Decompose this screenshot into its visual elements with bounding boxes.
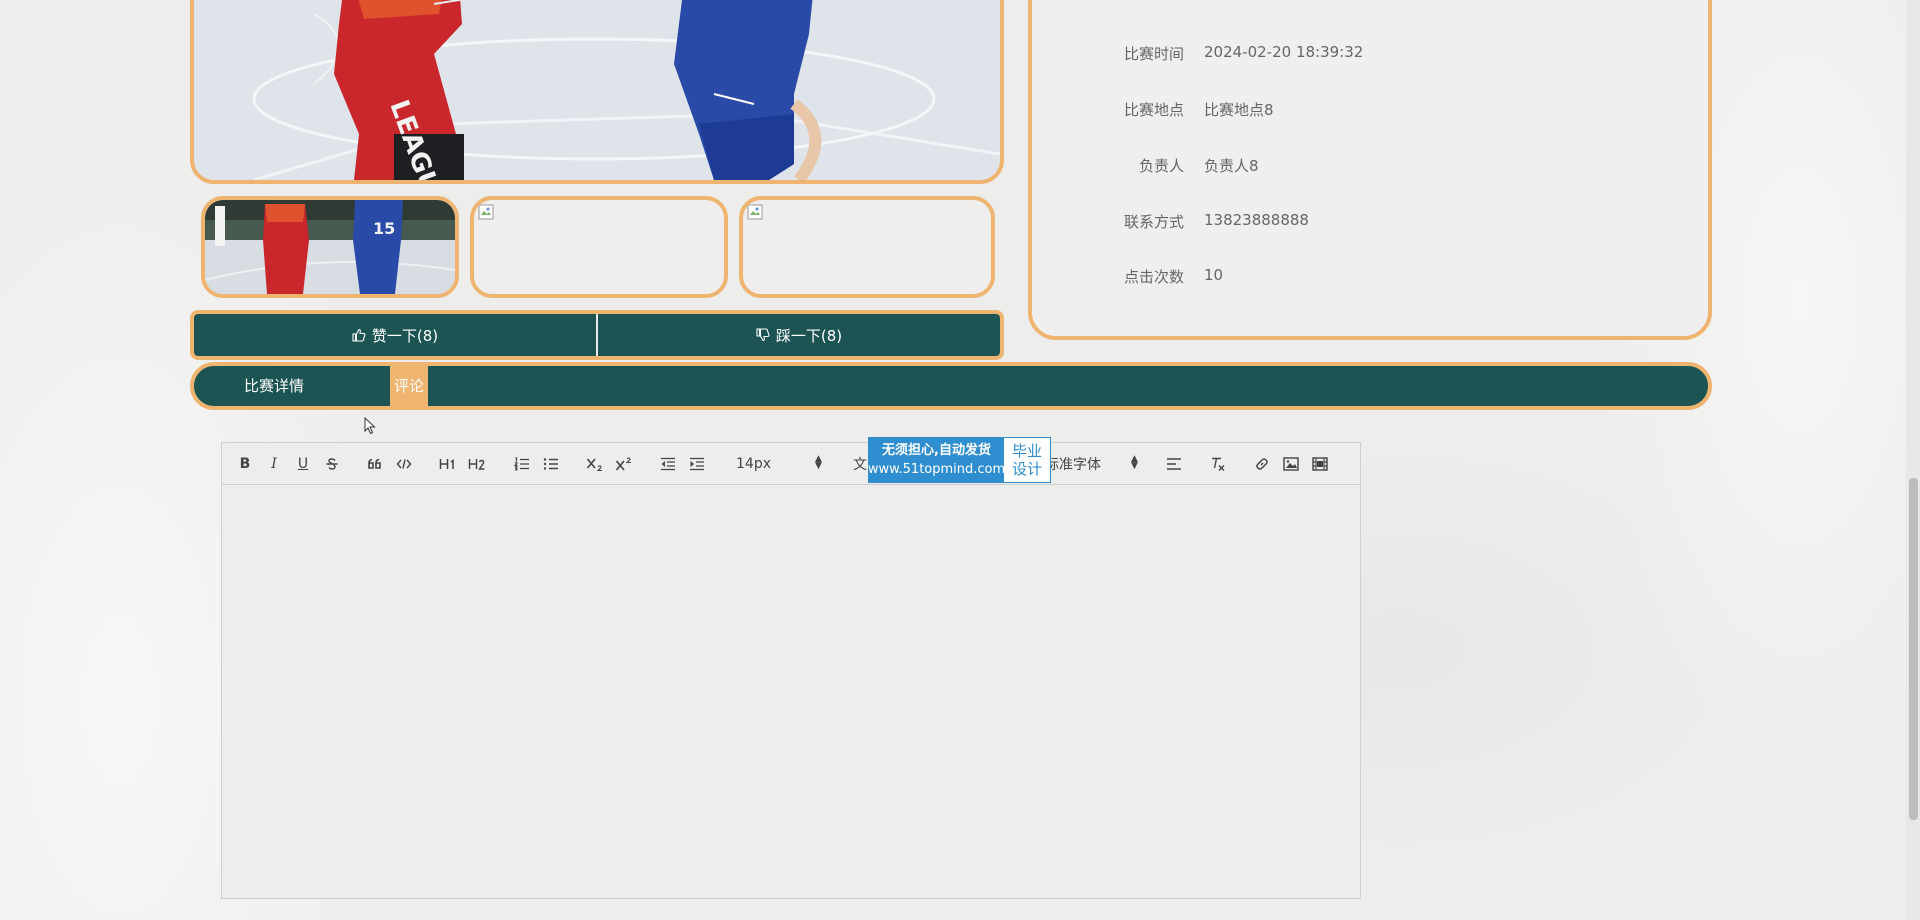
watermark-url: www.51topmind.com	[867, 462, 1006, 477]
thumbs-down-icon	[756, 328, 770, 342]
info-row-location: 比赛地点 比赛地点8	[1092, 99, 1274, 120]
info-label: 点击次数	[1123, 268, 1184, 286]
mouse-cursor-icon	[364, 417, 376, 435]
dislike-label: 踩一下(8)	[775, 326, 843, 345]
ordered-list-icon[interactable]	[513, 455, 531, 473]
thumbs-up-icon	[352, 328, 366, 342]
editor-content-area[interactable]	[222, 485, 1360, 898]
watermark-line1: 无须担心,自动发货	[882, 443, 991, 458]
watermark-right1: 毕业	[1011, 442, 1042, 460]
vote-bar: 赞一下(8) 踩一下(8)	[190, 310, 1004, 360]
underline-icon[interactable]: U	[294, 455, 312, 473]
info-row-manager: 负责人 负责人8	[1092, 155, 1259, 176]
bullet-list-icon[interactable]	[542, 455, 560, 473]
thumbnail-3[interactable]	[739, 196, 995, 298]
detail-tab-bar: 比赛详情 评论	[190, 362, 1712, 410]
info-label: 比赛地点	[1123, 101, 1184, 119]
code-block-icon[interactable]	[395, 455, 413, 473]
bold-icon[interactable]: B	[236, 455, 254, 473]
info-label: 负责人	[1138, 157, 1184, 175]
info-value: 负责人8	[1204, 157, 1259, 175]
watermark-badge: 无须担心,自动发货 www.51topmind.com 毕业 设计	[868, 437, 1051, 483]
info-value: 比赛地点8	[1204, 101, 1274, 119]
subscript-icon[interactable]	[586, 455, 604, 473]
image-icon[interactable]	[1282, 455, 1300, 473]
info-label: 联系方式	[1123, 213, 1184, 231]
blockquote-icon[interactable]	[366, 455, 384, 473]
watermark-left: 无须担心,自动发货 www.51topmind.com	[867, 438, 1006, 482]
strike-icon[interactable]	[323, 455, 341, 473]
page-scrollbar[interactable]	[1906, 0, 1920, 920]
thumbnail-photo: 15	[205, 200, 455, 294]
match-info-card: 比赛时间 2024-02-20 18:39:32 比赛地点 比赛地点8 负责人 …	[1028, 0, 1712, 340]
superscript-icon[interactable]	[615, 455, 633, 473]
tab-comment[interactable]: 评论	[390, 366, 428, 406]
like-button[interactable]: 赞一下(8)	[194, 314, 596, 356]
link-icon[interactable]	[1253, 455, 1271, 473]
broken-image-icon	[478, 204, 494, 220]
italic-icon[interactable]: I	[265, 455, 283, 473]
info-label: 比赛时间	[1123, 45, 1184, 63]
scrollbar-thumb[interactable]	[1909, 478, 1918, 820]
comment-editor: B I U 14px ▲ ▼ 文 标准字体 ▲ ▼	[221, 442, 1361, 899]
heading1-icon[interactable]	[438, 455, 458, 473]
outdent-icon[interactable]	[659, 455, 677, 473]
info-row-contact: 联系方式 13823888888	[1092, 211, 1309, 232]
editor-toolbar: B I U 14px ▲ ▼ 文 标准字体 ▲ ▼	[222, 443, 1360, 485]
info-value: 10	[1204, 266, 1224, 284]
indent-icon[interactable]	[688, 455, 706, 473]
info-row-clicks: 点击次数 10	[1092, 266, 1223, 287]
broken-image-icon	[747, 204, 763, 220]
tab-match-detail[interactable]: 比赛详情	[244, 366, 304, 406]
heading2-icon[interactable]	[467, 455, 487, 473]
font-size-select[interactable]: 14px	[736, 455, 816, 473]
dislike-button[interactable]: 踩一下(8)	[596, 314, 1000, 356]
thumbnail-2[interactable]	[470, 196, 728, 298]
info-value: 2024-02-20 18:39:32	[1204, 43, 1364, 61]
font-size-arrows-icon: ▲ ▼	[815, 454, 822, 471]
info-row-time: 比赛时间 2024-02-20 18:39:32	[1092, 43, 1363, 64]
jersey-number: 15	[373, 219, 395, 238]
watermark-right2: 设计	[1011, 460, 1042, 478]
like-label: 赞一下(8)	[371, 326, 439, 345]
info-value: 13823888888	[1204, 211, 1309, 229]
video-icon[interactable]	[1311, 455, 1329, 473]
clear-format-icon[interactable]	[1209, 455, 1227, 473]
watermark-right: 毕业 设计	[1004, 438, 1050, 482]
font-family-select[interactable]: 标准字体	[1045, 455, 1125, 473]
thumbnail-1[interactable]: 15	[201, 196, 459, 298]
align-left-icon[interactable]	[1165, 455, 1183, 473]
basketball-photo: LEAGUE	[194, 0, 1000, 180]
font-family-arrows-icon: ▲ ▼	[1131, 454, 1138, 471]
main-photo: LEAGUE	[190, 0, 1004, 184]
